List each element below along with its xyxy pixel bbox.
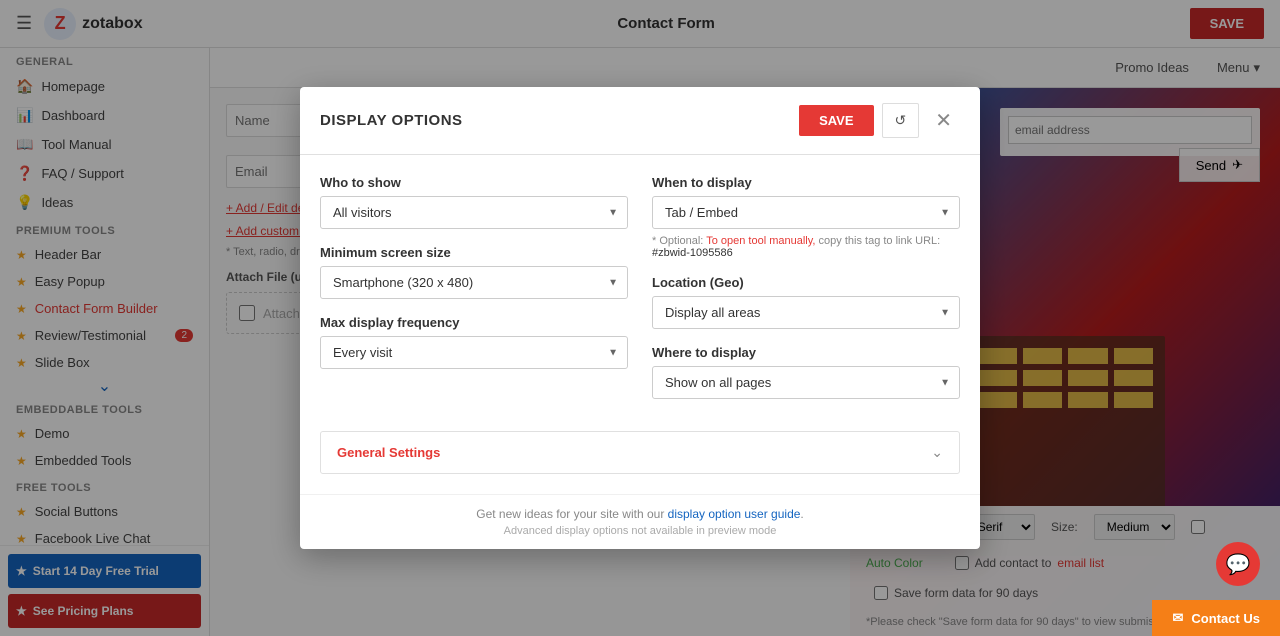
modal-overlay: DISPLAY OPTIONS SAVE ↺ ✕ Who to show All… <box>0 0 1280 636</box>
footer-prefix: Get new ideas for your site with our <box>476 507 667 521</box>
contact-us-label: Contact Us <box>1191 611 1260 626</box>
where-to-display-group: Where to display Show on all pages Speci… <box>652 345 960 399</box>
chat-bubble-button[interactable]: 💬 <box>1216 542 1260 586</box>
modal-left-column: Who to show All visitors New visitors Re… <box>320 175 628 415</box>
min-screen-select[interactable]: Smartphone (320 x 480) Tablet (768 x 102… <box>320 266 628 299</box>
who-to-show-select[interactable]: All visitors New visitors Returning visi… <box>320 196 628 229</box>
modal-actions: SAVE ↺ ✕ <box>799 103 960 138</box>
footer-suffix: . <box>800 507 803 521</box>
chevron-down-icon: ⌄ <box>931 444 943 461</box>
general-settings-title: General Settings <box>337 445 440 460</box>
general-settings-header[interactable]: General Settings ⌄ <box>321 432 959 473</box>
min-screen-label: Minimum screen size <box>320 245 628 260</box>
where-to-display-select[interactable]: Show on all pages Specific pages <box>652 366 960 399</box>
modal-close-button[interactable]: ✕ <box>927 104 960 137</box>
optional-text: * Optional: To open tool manually, copy … <box>652 235 960 259</box>
open-tool-link[interactable]: To open tool manually, <box>706 235 815 247</box>
footer-text: Get new ideas for your site with our dis… <box>320 507 960 521</box>
max-freq-group: Max display frequency Every visit Once p… <box>320 315 628 369</box>
when-to-display-select[interactable]: Tab / Embed Immediately On scroll On exi… <box>652 196 960 229</box>
envelope-icon: ✉ <box>1172 610 1183 626</box>
location-group: Location (Geo) Display all areas Specifi… <box>652 275 960 329</box>
modal-refresh-button[interactable]: ↺ <box>882 103 920 138</box>
modal-title: DISPLAY OPTIONS <box>320 112 463 129</box>
tag-text: #zbwid-1095586 <box>652 247 733 259</box>
contact-us-button[interactable]: ✉ Contact Us <box>1152 600 1280 636</box>
location-label: Location (Geo) <box>652 275 960 290</box>
modal-right-column: When to display Tab / Embed Immediately … <box>652 175 960 415</box>
max-freq-label: Max display frequency <box>320 315 628 330</box>
modal-footer: Get new ideas for your site with our dis… <box>300 494 980 549</box>
modal-body: Who to show All visitors New visitors Re… <box>300 155 980 494</box>
where-label: Where to display <box>652 345 960 360</box>
general-settings-section: General Settings ⌄ <box>320 431 960 474</box>
chat-icon: 💬 <box>1226 552 1251 577</box>
modal-save-button[interactable]: SAVE <box>799 105 873 136</box>
who-to-show-group: Who to show All visitors New visitors Re… <box>320 175 628 229</box>
modal-header: DISPLAY OPTIONS SAVE ↺ ✕ <box>300 87 980 155</box>
location-select[interactable]: Display all areas Specific countries <box>652 296 960 329</box>
min-screen-group: Minimum screen size Smartphone (320 x 48… <box>320 245 628 299</box>
display-guide-link[interactable]: display option user guide <box>668 507 801 521</box>
footer-note: Advanced display options not available i… <box>320 525 960 537</box>
when-label: When to display <box>652 175 960 190</box>
display-options-modal: DISPLAY OPTIONS SAVE ↺ ✕ Who to show All… <box>300 87 980 549</box>
max-freq-select[interactable]: Every visit Once per day Once per week <box>320 336 628 369</box>
optional-prefix: * Optional: <box>652 235 706 247</box>
who-label: Who to show <box>320 175 628 190</box>
optional-text-mid: copy this tag to link URL: <box>816 235 941 247</box>
when-to-display-group: When to display Tab / Embed Immediately … <box>652 175 960 259</box>
